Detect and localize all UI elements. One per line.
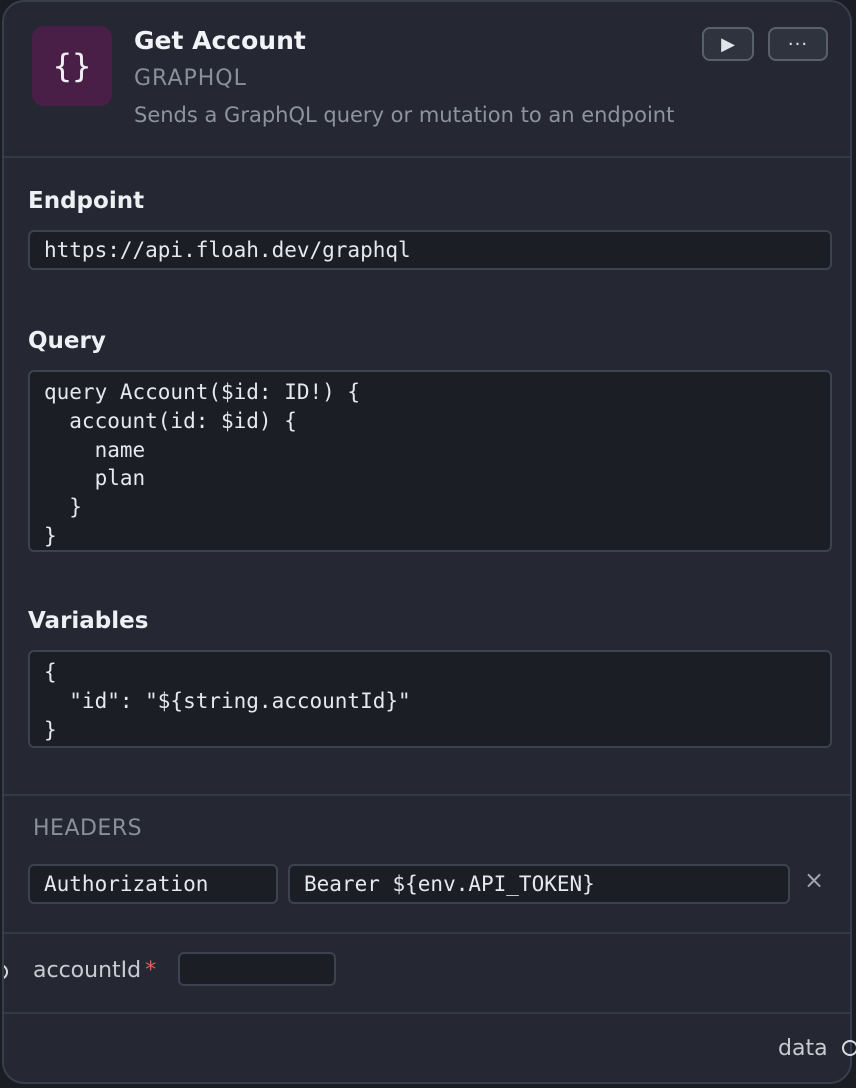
node-description: Sends a GraphQL query or mutation to an … [134, 103, 675, 127]
braces-icon: {} [32, 26, 112, 106]
ellipsis-icon: ··· [787, 33, 809, 55]
remove-header-icon[interactable]: × [804, 866, 824, 894]
input-name: accountId [33, 958, 142, 983]
headers-section-title: HEADERS [33, 816, 143, 841]
more-options-button[interactable]: ··· [768, 27, 828, 61]
section-divider [4, 1012, 850, 1014]
query-label: Query [28, 328, 106, 354]
endpoint-input[interactable]: https://api.floah.dev/graphql [28, 230, 832, 270]
section-divider [4, 794, 850, 796]
header-key-input[interactable]: Authorization [28, 864, 278, 904]
query-editor[interactable]: query Account($id: ID!) { account(id: $i… [28, 370, 832, 552]
node-title: Get Account [134, 26, 306, 55]
header-value-input[interactable]: Bearer ${env.API_TOKEN} [288, 864, 790, 904]
input-port-handle[interactable] [4, 964, 8, 980]
endpoint-label: Endpoint [28, 188, 145, 214]
graphql-node-card[interactable]: {} Get Account GRAPHQL Sends a GraphQL q… [2, 0, 852, 1084]
play-icon: ▶ [721, 33, 735, 55]
run-button[interactable]: ▶ [702, 27, 754, 61]
node-header: {} Get Account GRAPHQL Sends a GraphQL q… [4, 2, 850, 158]
variables-label: Variables [28, 608, 149, 634]
node-kind: GRAPHQL [134, 66, 247, 91]
required-marker: * [145, 958, 157, 983]
output-label-data: data [778, 1036, 828, 1061]
accountId-input[interactable] [178, 952, 336, 986]
section-divider [4, 932, 850, 934]
output-port-handle[interactable] [842, 1040, 856, 1056]
variables-editor[interactable]: { "id": "${string.accountId}" } [28, 650, 832, 748]
input-label-accountId: accountId * [33, 958, 156, 983]
